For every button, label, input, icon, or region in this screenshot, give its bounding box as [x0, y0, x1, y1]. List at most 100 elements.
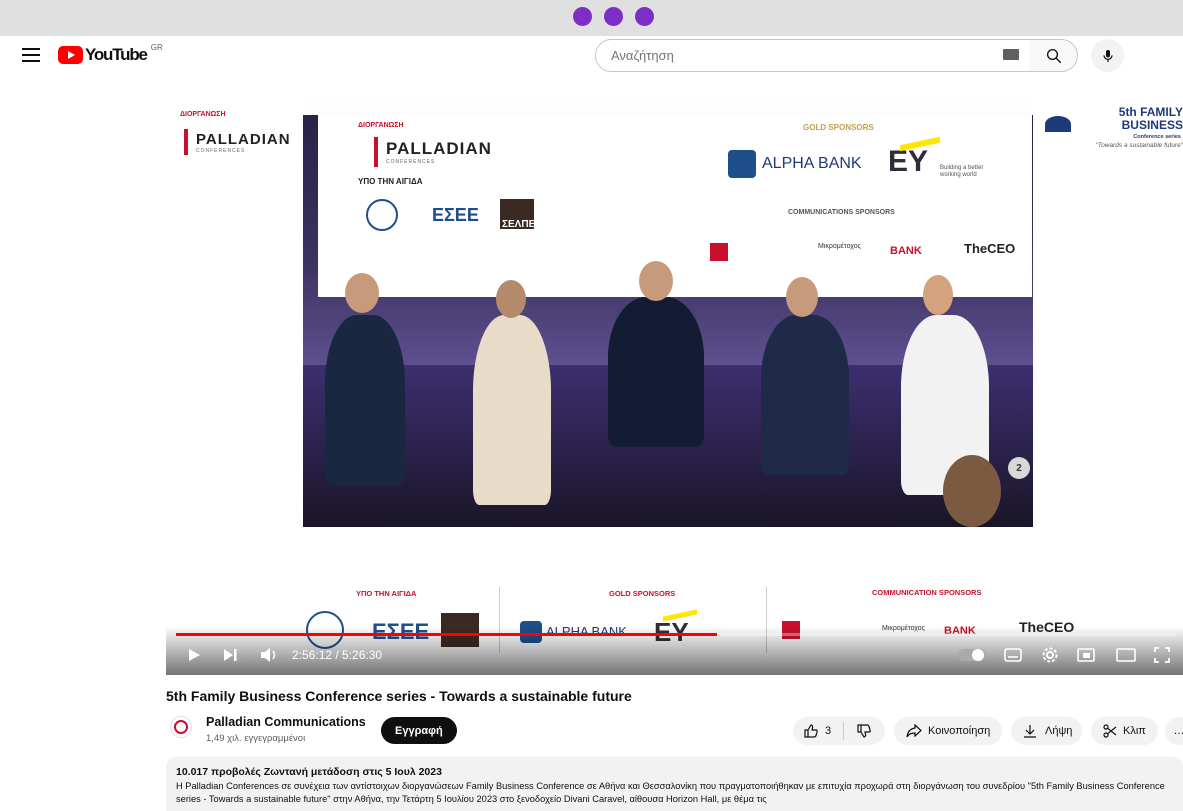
speaker-3-head [639, 261, 673, 301]
dot-icon[interactable] [635, 7, 654, 26]
search-icon [1046, 48, 1061, 63]
time-display: 2:56:12 / 5:26:30 [292, 648, 383, 662]
fullscreen-icon[interactable] [1154, 647, 1170, 663]
organizer-panel: ΔΙΟΡΓΑΝΩΣΗ PALLADIAN CONFERENCES [166, 96, 303, 527]
description-text: Η Palladian Conferences σε συνέχεια των … [176, 781, 1165, 804]
youtube-play-icon [58, 46, 83, 64]
search-input[interactable] [611, 48, 991, 63]
miniplayer-icon[interactable] [1077, 647, 1095, 663]
audience-head [943, 455, 1001, 527]
search-box [595, 39, 1040, 72]
play-icon[interactable] [186, 647, 202, 663]
pna-logo [710, 243, 728, 261]
video-title: 5th Family Business Conference series - … [166, 688, 632, 704]
thumbs-down-icon[interactable] [856, 723, 872, 739]
subtitles-icon[interactable] [1004, 647, 1022, 663]
sponsor-backdrop: ΔΙΟΡΓΑΝΩΣΗ PALLADIAN CONFERENCES ΥΠΟ ΤΗΝ… [318, 115, 1032, 297]
more-actions-button[interactable]: … [1165, 717, 1183, 745]
ey-logo: EY [888, 145, 929, 178]
subscribe-button[interactable]: Εγγραφή [381, 717, 457, 744]
autoplay-toggle[interactable] [958, 649, 986, 661]
scissors-icon [1103, 724, 1117, 738]
gold-sponsors-label: GOLD SPONSORS [803, 123, 874, 132]
more-icon: … [1174, 725, 1183, 737]
speaker-4 [761, 315, 849, 475]
backdrop-organizer-label: ΔΙΟΡΓΑΝΩΣΗ [358, 122, 404, 129]
dot-icon[interactable] [604, 7, 623, 26]
ey-tagline: Building a better working world [940, 165, 984, 178]
download-label: Λήψη [1045, 725, 1073, 737]
backdrop-palladian-brand: PALLADIAN [386, 139, 492, 158]
like-divider [843, 722, 845, 740]
share-icon [906, 724, 922, 738]
subscriber-count: 1,49 χιλ. εγγεγραμμένοι [206, 733, 306, 744]
speaker-1 [325, 315, 405, 485]
speaker-5-head [923, 275, 953, 315]
view-count-and-date: 10.017 προβολές Ζωντανή μετάδοση στις 5 … [176, 766, 442, 778]
event-logo-panel: 5th FAMILY BUSINESS Conference series "T… [1033, 96, 1183, 527]
volume-icon[interactable] [260, 647, 278, 663]
settings-gear-icon[interactable] [1041, 646, 1059, 664]
speaker-3 [608, 297, 704, 447]
bottom-auspices-label: ΥΠΟ ΤΗΝ ΑΙΓΙΔΑ [356, 589, 417, 598]
selpe-text: ΣΕΛΠΕ [502, 219, 536, 230]
event-series: Conference series [1133, 134, 1181, 140]
download-button[interactable]: Λήψη [1011, 717, 1082, 745]
palladian-logo: PALLADIAN CONFERENCES [184, 129, 291, 155]
like-count: 3 [825, 725, 832, 737]
microphone-icon [1102, 49, 1113, 62]
alpha-bank-logo: ALPHA BANK [762, 155, 862, 172]
event-tagline: "Towards a sustainable future" [1095, 142, 1183, 149]
backdrop-palladian-logo: PALLADIAN CONFERENCES [374, 137, 492, 167]
search-button[interactable] [1030, 39, 1078, 72]
organizer-label: ΔΙΟΡΓΑΝΩΣΗ [180, 111, 226, 118]
esee-logo: ΕΣΕΕ [432, 205, 479, 225]
clip-button[interactable]: Κλιπ [1091, 717, 1158, 745]
window-dots [573, 7, 654, 26]
palladian-sub: CONFERENCES [196, 147, 246, 154]
video-frame: ΔΙΟΡΓΑΝΩΣΗ PALLADIAN CONFERENCES ΥΠΟ ΤΗΝ… [303, 115, 1033, 527]
stage-number-badge: 2 [1008, 457, 1030, 479]
like-dislike-group: 3 [793, 717, 885, 745]
mikrometochos-logo: Μικρομέτοχος [818, 243, 862, 250]
next-icon[interactable] [222, 647, 238, 663]
dot-icon[interactable] [573, 7, 592, 26]
channel-name[interactable]: Palladian Communications [206, 715, 366, 729]
bank-logo: BANK [890, 245, 922, 257]
theater-mode-icon[interactable] [1116, 648, 1136, 662]
download-icon [1024, 725, 1036, 738]
backdrop-auspices-label: ΥΠΟ ΤΗΝ ΑΙΓΙΔΑ [358, 177, 423, 186]
masthead: YouTube GR [0, 36, 1183, 76]
speaker-4-head [786, 277, 818, 317]
backdrop-palladian-sub: CONFERENCES [386, 159, 436, 165]
family-icon [1045, 116, 1071, 132]
theceo-logo: TheCEO [964, 241, 1016, 256]
eskaa-logo [366, 199, 398, 231]
thumbs-up-icon [804, 724, 818, 738]
speaker-2-head [496, 280, 526, 318]
description-box[interactable]: 10.017 προβολές Ζωντανή μετάδοση στις 5 … [166, 757, 1183, 811]
share-label: Κοινοποίηση [928, 725, 991, 737]
clip-label: Κλιπ [1123, 725, 1146, 737]
alpha-bank-icon [728, 150, 756, 178]
channel-avatar[interactable] [170, 716, 192, 738]
event-brand: 5th FAMILY BUSINESS [1118, 105, 1183, 132]
like-button[interactable]: 3 [803, 723, 831, 739]
comm-sponsors-label: COMMUNICATIONS SPONSORS [788, 209, 895, 216]
bottom-comm-label: COMMUNICATION SPONSORS [872, 588, 982, 597]
video-player[interactable]: ΔΙΟΡΓΑΝΩΣΗ PALLADIAN CONFERENCES ΔΙΟΡΓΑΝ… [166, 96, 1183, 675]
menu-icon[interactable] [22, 48, 40, 62]
region-code: GR [150, 42, 163, 52]
channel-row: Palladian Communications 1,49 χιλ. εγγεγ… [166, 712, 1183, 752]
youtube-logo[interactable]: YouTube GR [58, 42, 163, 65]
window-top-band [0, 0, 1183, 36]
share-button[interactable]: Κοινοποίηση [894, 717, 1002, 745]
keyboard-icon[interactable] [1003, 49, 1019, 60]
speaker-2 [473, 315, 551, 505]
speaker-1-head [345, 273, 379, 313]
palladian-brand: PALLADIAN [196, 130, 291, 148]
logo-text: YouTube [85, 45, 148, 64]
progress-bar-played [176, 633, 718, 636]
voice-search-button[interactable] [1091, 39, 1124, 72]
bottom-gold-label: GOLD SPONSORS [609, 589, 676, 598]
